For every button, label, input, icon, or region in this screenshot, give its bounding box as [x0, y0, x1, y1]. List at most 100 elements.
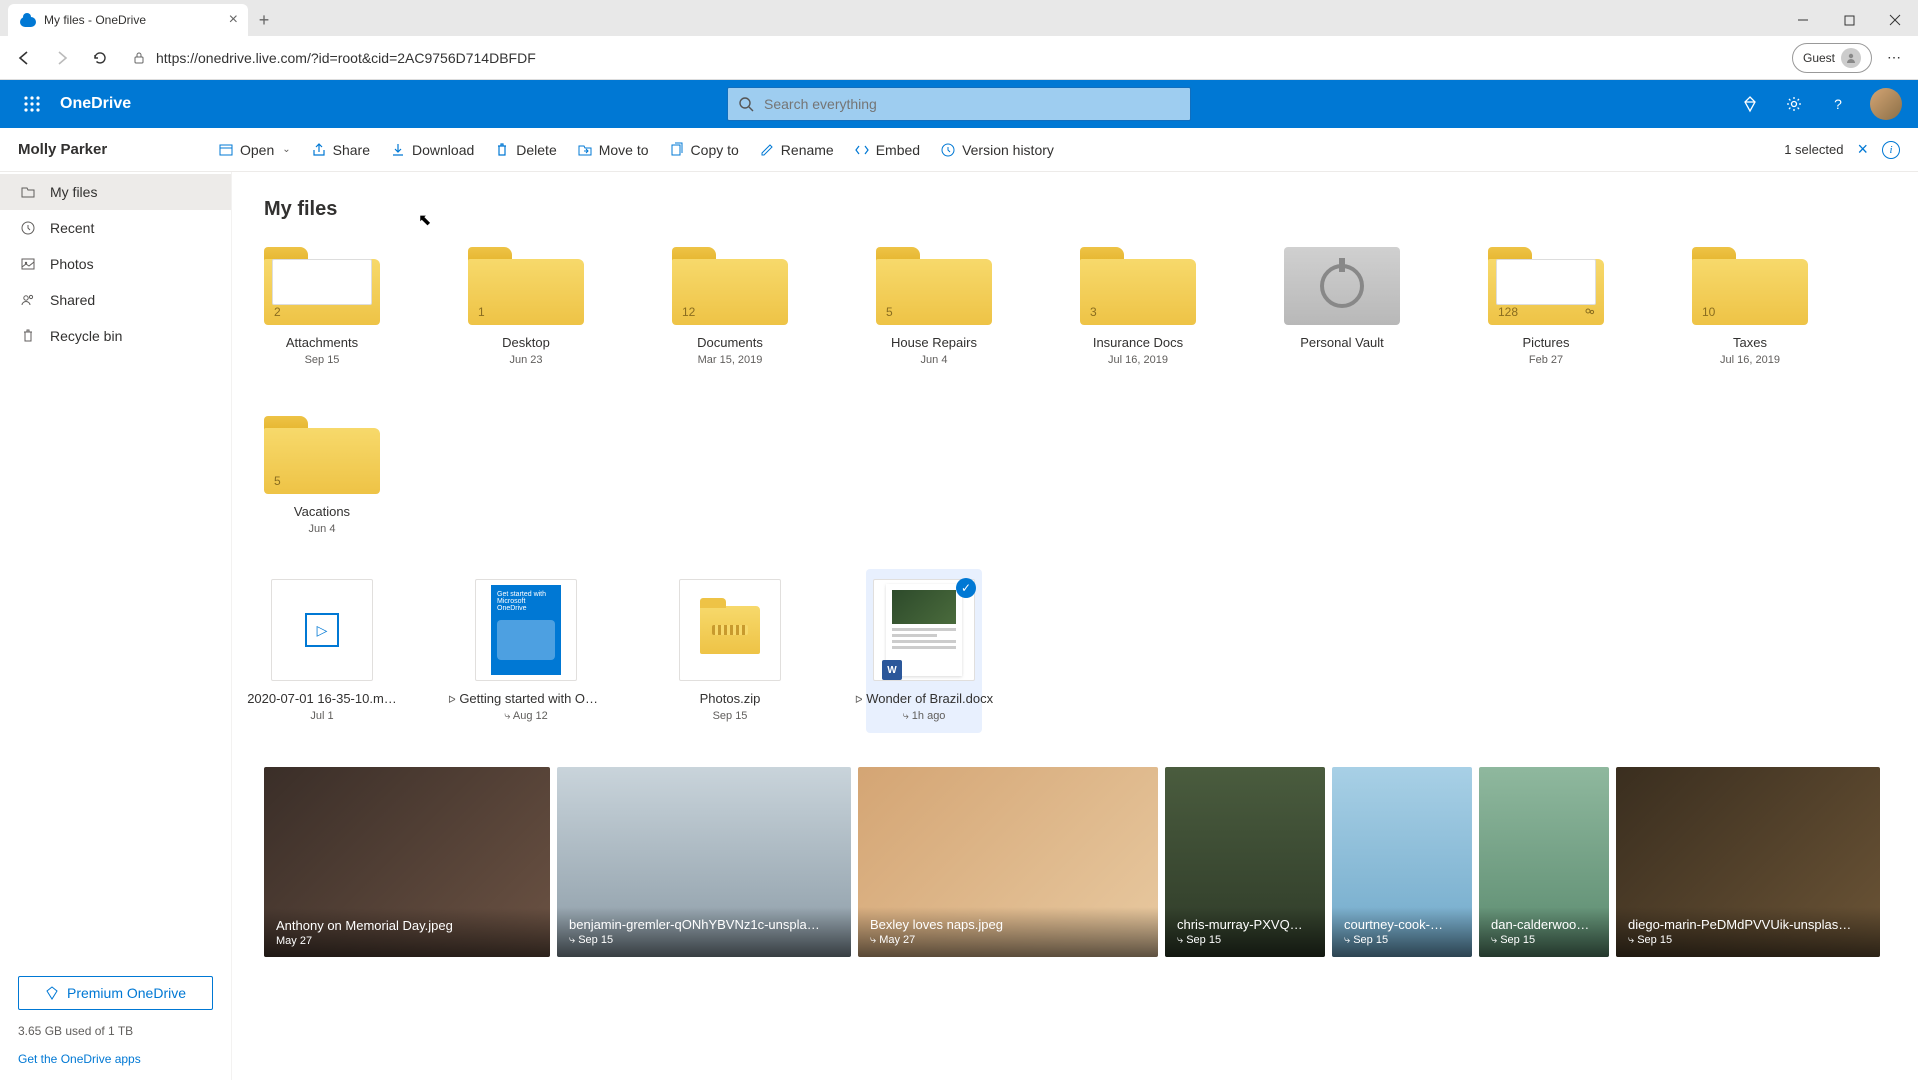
file-item[interactable]: ▷2020-07-01 16-35-10.m…Jul 1	[264, 579, 380, 723]
photo-row: Anthony on Memorial Day.jpegMay 27benjam…	[264, 767, 1886, 957]
file-item[interactable]: Get started withMicrosoft OneDriveᐅ Gett…	[468, 579, 584, 723]
sidebar-item-my-files[interactable]: My files	[0, 174, 231, 210]
apps-link[interactable]: Get the OneDrive apps	[18, 1052, 213, 1066]
rename-button[interactable]: Rename	[749, 128, 844, 172]
photo-name: chris-murray-PXVQ…	[1177, 917, 1313, 932]
delete-button[interactable]: Delete	[484, 128, 566, 172]
folder-item[interactable]: 128 Pictures Feb 27	[1488, 247, 1604, 366]
forward-button[interactable]	[46, 42, 78, 74]
photo-tile[interactable]: benjamin-gremler-qONhYBVNz1c-unspla… ⤷ Se…	[557, 767, 851, 957]
embed-button[interactable]: Embed	[844, 128, 930, 172]
photo-date: ⤷ Sep 15	[569, 934, 839, 947]
folder-item[interactable]: 12DocumentsMar 15, 2019	[672, 247, 788, 366]
url-field[interactable]: https://onedrive.live.com/?id=root&cid=2…	[122, 42, 1786, 74]
guest-avatar-icon	[1841, 48, 1861, 68]
brand-label[interactable]: OneDrive	[60, 95, 131, 113]
item-date: Mar 15, 2019	[698, 354, 763, 366]
settings-icon[interactable]	[1774, 80, 1814, 128]
folder-icon: 5	[876, 247, 992, 325]
history-icon	[940, 142, 956, 158]
clear-selection-button[interactable]: ×	[1857, 139, 1868, 160]
minimize-button[interactable]	[1780, 4, 1826, 36]
refresh-button[interactable]	[84, 42, 116, 74]
photo-tile[interactable]: diego-marin-PeDMdPVVUik-unsplas… ⤷ Sep 15	[1616, 767, 1880, 957]
file-item[interactable]: W✓ᐅ Wonder of Brazil.docx⤷ 1h ago	[866, 569, 982, 733]
item-name: Pictures	[1523, 335, 1570, 350]
search-input[interactable]	[764, 96, 1180, 112]
folder-item[interactable]: Personal Vault	[1284, 247, 1400, 366]
share-button[interactable]: Share	[301, 128, 380, 172]
app-launcher-button[interactable]	[8, 80, 56, 128]
sidebar-item-shared[interactable]: Shared	[0, 282, 231, 318]
folder-icon: 3	[1080, 247, 1196, 325]
page-title: My files	[264, 198, 1886, 221]
copy-to-button[interactable]: Copy to	[659, 128, 749, 172]
file-item[interactable]: Photos.zip Sep 15	[672, 579, 788, 723]
tab-title: My files - OneDrive	[44, 13, 146, 27]
photo-tile[interactable]: Anthony on Memorial Day.jpegMay 27	[264, 767, 550, 957]
item-date: Jun 4	[921, 354, 948, 366]
delete-icon	[494, 142, 510, 158]
photo-tile[interactable]: Bexley loves naps.jpeg⤷ May 27	[858, 767, 1158, 957]
item-date: Jun 4	[309, 523, 336, 535]
window-controls	[1780, 4, 1918, 36]
download-button[interactable]: Download	[380, 128, 484, 172]
sidebar: My files Recent Photos Shared Recycle bi…	[0, 172, 232, 1080]
shared-icon: ᐅ	[855, 695, 863, 706]
move-icon	[577, 142, 593, 158]
folder-item[interactable]: 2AttachmentsSep 15	[264, 247, 380, 366]
photo-name: benjamin-gremler-qONhYBVNz1c-unspla…	[569, 917, 839, 932]
user-avatar[interactable]	[1870, 88, 1902, 120]
more-button[interactable]: ⋯	[1878, 42, 1910, 74]
item-name: Photos.zip	[700, 691, 761, 706]
download-icon	[390, 142, 406, 158]
address-bar: https://onedrive.live.com/?id=root&cid=2…	[0, 36, 1918, 80]
photo-name: diego-marin-PeDMdPVVUik-unsplas…	[1628, 917, 1868, 932]
search-box[interactable]	[727, 87, 1191, 121]
folder-item[interactable]: 1DesktopJun 23	[468, 247, 584, 366]
browser-tab[interactable]: My files - OneDrive ×	[8, 4, 248, 36]
info-button[interactable]: i	[1882, 141, 1900, 159]
item-name: ᐅ Wonder of Brazil.docx	[855, 691, 993, 706]
maximize-button[interactable]	[1826, 4, 1872, 36]
new-tab-button[interactable]: +	[248, 4, 280, 36]
folder-count: 128	[1498, 305, 1518, 319]
trash-icon	[20, 328, 36, 344]
premium-button[interactable]: Premium OneDrive	[18, 976, 213, 1010]
back-button[interactable]	[8, 42, 40, 74]
folder-item[interactable]: 3Insurance DocsJul 16, 2019	[1080, 247, 1196, 366]
folder-count: 2	[274, 305, 281, 319]
photo-tile[interactable]: chris-murray-PXVQ…⤷ Sep 15	[1165, 767, 1325, 957]
item-date: Sep 15	[713, 710, 748, 722]
sidebar-item-recent[interactable]: Recent	[0, 210, 231, 246]
share-icon	[311, 142, 327, 158]
play-icon: ▷	[305, 613, 339, 647]
close-window-button[interactable]	[1872, 4, 1918, 36]
premium-icon[interactable]	[1730, 80, 1770, 128]
folder-item[interactable]: 5House RepairsJun 4	[876, 247, 992, 366]
help-icon[interactable]: ?	[1818, 80, 1858, 128]
file-thumbnail	[679, 579, 781, 681]
folder-icon: 5	[264, 416, 380, 494]
open-button[interactable]: Open⌄	[208, 128, 301, 172]
version-history-button[interactable]: Version history	[930, 128, 1064, 172]
item-date: ⤷ Aug 12	[504, 710, 547, 723]
lock-icon	[132, 51, 146, 65]
profile-button[interactable]: Guest	[1792, 43, 1872, 73]
item-date: Feb 27	[1529, 354, 1563, 366]
folder-item[interactable]: 10TaxesJul 16, 2019	[1692, 247, 1808, 366]
photo-date: ⤷ May 27	[870, 934, 1146, 947]
photo-date: ⤷ Sep 15	[1628, 934, 1868, 947]
rename-icon	[759, 142, 775, 158]
sidebar-item-photos[interactable]: Photos	[0, 246, 231, 282]
photo-tile[interactable]: courtney-cook-…⤷ Sep 15	[1332, 767, 1472, 957]
move-to-button[interactable]: Move to	[567, 128, 659, 172]
photo-tile[interactable]: dan-calderwoo…⤷ Sep 15	[1479, 767, 1609, 957]
sidebar-item-recycle[interactable]: Recycle bin	[0, 318, 231, 354]
item-name: Insurance Docs	[1093, 335, 1183, 350]
folder-icon: 1	[468, 247, 584, 325]
close-tab-icon[interactable]: ×	[229, 11, 238, 29]
folder-item[interactable]: 5VacationsJun 4	[264, 416, 380, 535]
folder-count: 1	[478, 305, 485, 319]
file-grid: ▷2020-07-01 16-35-10.m…Jul 1 Get started …	[264, 579, 1886, 723]
